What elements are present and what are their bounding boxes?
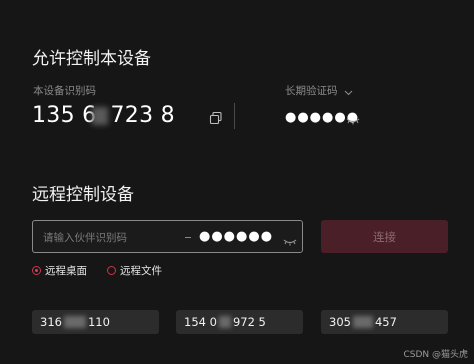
allow-control-title: 允许控制本设备 [32,49,151,69]
radio-remote-files-label: 远程文件 [120,265,162,277]
partner-id-placeholder: 请输入伙伴识别码 [43,232,127,244]
radio-remote-desktop[interactable] [32,266,41,275]
partner-code-masked: ●●●●●● [199,229,274,244]
device-id-redaction [92,107,109,125]
recent-device-redaction [218,316,231,328]
eye-closed-icon[interactable] [346,111,360,130]
recent-device-prefix: 305 [329,315,351,329]
radio-remote-files[interactable] [107,266,116,275]
copy-icon[interactable] [209,110,223,125]
recent-device-card[interactable]: 305 457 [321,310,448,334]
connect-button[interactable]: 连接 [321,220,448,253]
verify-code-selector[interactable]: 长期验证码 [285,81,353,100]
recent-device-suffix: 457 [374,315,397,329]
partner-id-input[interactable]: 请输入伙伴识别码 ●●●●●● [32,220,303,253]
remote-control-title: 远程控制设备 [32,185,134,205]
device-id-prefix: 135 6 [32,103,97,128]
watermark: CSDN @猫头虎 [403,350,468,360]
recent-device-redaction [352,316,373,328]
mode-remote-files[interactable]: 远程文件 [107,263,162,278]
recent-device-prefix: 154 0 [184,315,217,329]
input-separator [185,237,191,238]
recent-device-suffix: 110 [87,315,110,329]
mode-remote-desktop[interactable]: 远程桌面 [32,263,87,278]
recent-device-suffix: 972 5 [232,315,266,329]
chevron-down-icon [344,81,353,100]
recent-device-redaction [63,316,86,328]
recent-device-prefix: 316 [40,315,62,329]
section-divider [234,103,235,129]
recent-device-card[interactable]: 316 110 [32,310,159,334]
verify-code-label: 长期验证码 [285,85,338,97]
radio-remote-desktop-label: 远程桌面 [45,265,87,277]
device-id-value: 135 6 723 8 [32,103,175,128]
eye-closed-icon[interactable] [283,232,297,251]
device-id-suffix: 723 8 [110,103,175,128]
recent-device-card[interactable]: 154 0 972 5 [176,310,303,334]
device-id-label: 本设备识别码 [33,85,96,97]
